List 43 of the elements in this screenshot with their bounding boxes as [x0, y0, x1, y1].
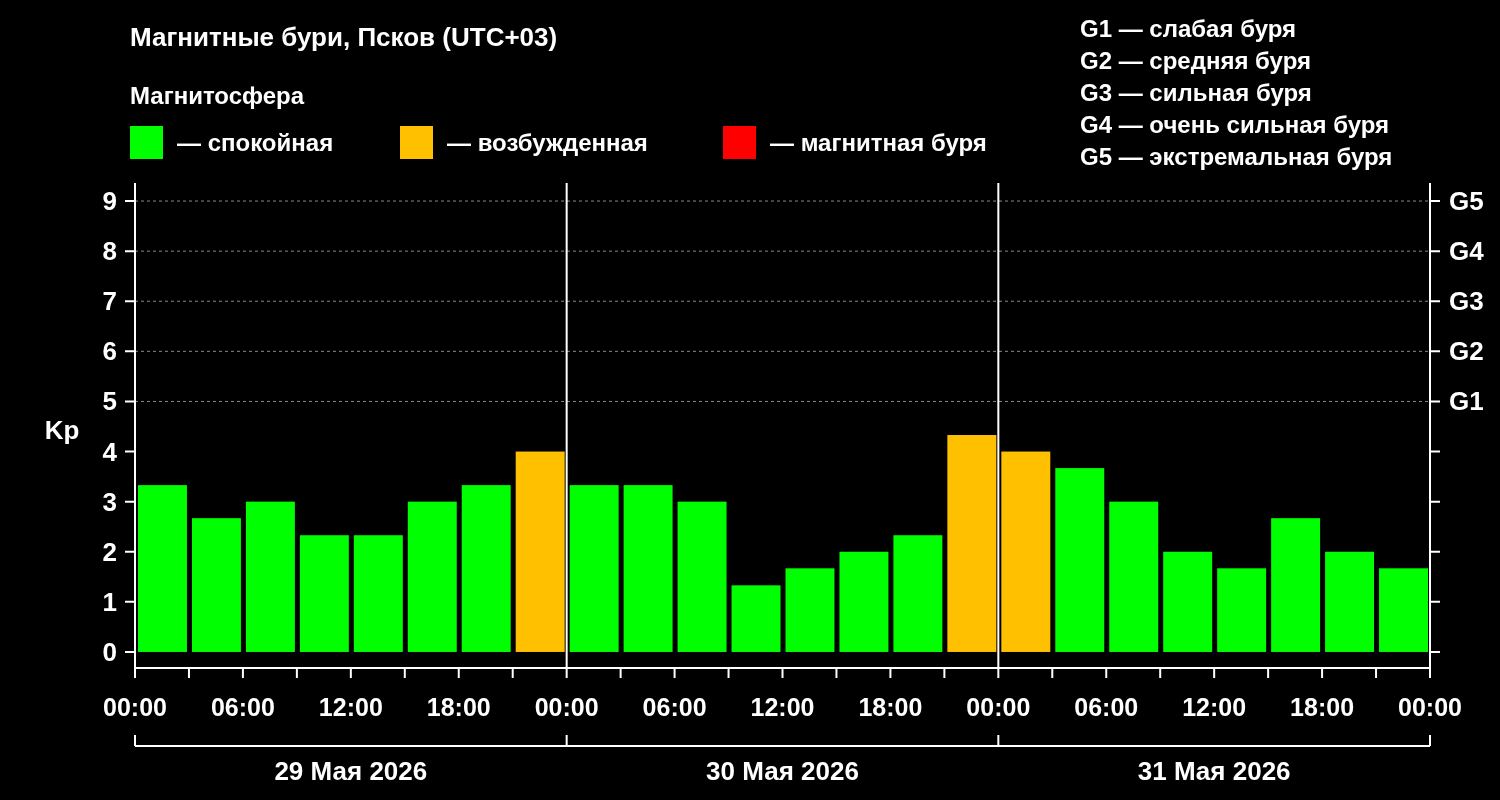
- date-label: 31 Мая 2026: [1137, 756, 1291, 786]
- y-tick-label: 5: [102, 386, 117, 417]
- chart-title: Магнитные бури, Псков (UTC+03): [130, 24, 558, 50]
- g-level-label: G4: [1449, 236, 1484, 267]
- x-tick-label: 00:00: [1398, 693, 1462, 721]
- y-tick-label: 0: [102, 636, 117, 667]
- x-tick-label: 00:00: [534, 693, 599, 721]
- bar: [731, 585, 781, 652]
- g-level-label: G5: [1449, 186, 1484, 217]
- storm-level-label: G1 — слабая буря: [1080, 14, 1297, 44]
- y-tick-label: 1: [102, 586, 117, 617]
- y-tick-label: 4: [102, 436, 117, 467]
- y-axis-label: Kp: [44, 415, 80, 445]
- y-tick-label: 2: [102, 536, 117, 567]
- g-level-label: G1: [1449, 386, 1484, 417]
- x-tick-label: 06:00: [642, 693, 707, 721]
- y-tick-label: 3: [102, 486, 117, 517]
- date-label: 30 Мая 2026: [706, 756, 859, 786]
- date-label: 29 Мая 2026: [274, 756, 428, 786]
- g-level-label: G2: [1449, 336, 1484, 367]
- x-tick-label: 00:00: [966, 693, 1031, 721]
- legend-label: — спокойная: [177, 130, 334, 155]
- storm-level-label: G2 — средняя буря: [1080, 46, 1311, 76]
- x-tick-label: 18:00: [858, 693, 923, 721]
- y-tick-label: 7: [102, 286, 117, 317]
- y-tick-label: 9: [102, 186, 117, 217]
- x-tick-label: 00:00: [103, 693, 167, 721]
- x-tick-label: 06:00: [210, 693, 275, 721]
- storm-level-label: G5 — экстремальная буря: [1080, 142, 1393, 172]
- x-tick-label: 12:00: [318, 693, 383, 721]
- x-tick-label: 18:00: [426, 693, 491, 721]
- storm-level-label: G3 — сильная буря: [1080, 78, 1312, 108]
- y-tick-label: 8: [102, 236, 117, 267]
- legend-label: — магнитная буря: [770, 130, 987, 155]
- storm-level-label: G4 — очень сильная буря: [1080, 110, 1390, 140]
- legend-heading: Магнитосфера: [130, 84, 305, 108]
- x-tick-label: 18:00: [1290, 693, 1355, 721]
- legend-label: — возбужденная: [447, 130, 648, 155]
- x-tick-label: 12:00: [1182, 693, 1247, 721]
- g-level-label: G3: [1449, 286, 1484, 317]
- x-tick-label: 12:00: [750, 693, 815, 721]
- y-tick-label: 6: [102, 336, 117, 367]
- x-tick-label: 06:00: [1074, 693, 1139, 721]
